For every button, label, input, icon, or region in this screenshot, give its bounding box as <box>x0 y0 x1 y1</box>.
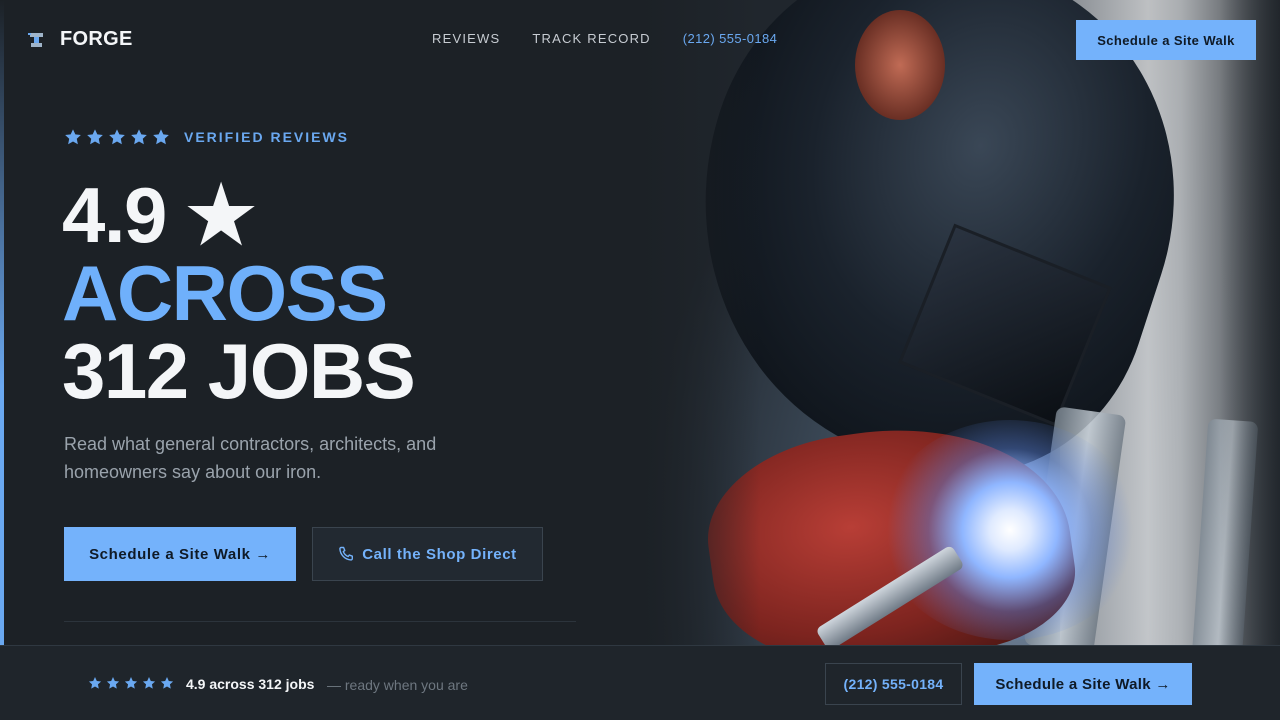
star-icon <box>108 128 126 146</box>
nav-phone-link[interactable]: (212) 555-0184 <box>683 31 778 46</box>
schedule-button-label: Schedule a Site Walk → <box>89 545 271 563</box>
star-icon <box>142 676 156 690</box>
phone-icon <box>338 546 354 562</box>
call-button-label: Call the Shop Direct <box>362 545 517 563</box>
brand-logo[interactable]: FORGE <box>28 28 133 51</box>
bar-rating-stars <box>88 676 174 690</box>
bar-tagline: — ready when you are <box>327 677 468 693</box>
schedule-site-walk-button[interactable]: Schedule a Site Walk → <box>64 527 296 581</box>
hero-headline: 4.9 ★ ACROSS 312 JOBS <box>62 171 416 415</box>
star-icon <box>86 128 104 146</box>
headline-jobs: 312 JOBS <box>62 327 416 415</box>
nav-schedule-button[interactable]: Schedule a Site Walk <box>1076 20 1256 60</box>
nav-link-reviews[interactable]: REVIEWS <box>432 31 500 46</box>
headline-rating: 4.9 ★ <box>62 171 256 259</box>
hero-divider <box>64 621 576 622</box>
star-icon <box>106 676 120 690</box>
sticky-cta-bar: 4.9 across 312 jobs — ready when you are… <box>0 645 1280 720</box>
welder-photo <box>640 0 1280 645</box>
star-icon <box>160 676 174 690</box>
eyebrow: VERIFIED REVIEWS <box>64 128 349 146</box>
bar-rating-text: 4.9 across 312 jobs <box>186 676 315 692</box>
star-icon <box>130 128 148 146</box>
bar-phone-button[interactable]: (212) 555-0184 <box>825 663 962 705</box>
call-shop-button[interactable]: Call the Shop Direct <box>312 527 543 581</box>
anvil-logo-icon <box>28 30 46 50</box>
bar-schedule-button[interactable]: Schedule a Site Walk → <box>974 663 1192 705</box>
headline-across: ACROSS <box>62 249 388 337</box>
star-icon <box>152 128 170 146</box>
nav-links: REVIEWS TRACK RECORD (212) 555-0184 <box>432 31 777 46</box>
hero-lede: Read what general contractors, architect… <box>64 434 437 482</box>
brand-name: FORGE <box>60 28 133 50</box>
star-icon <box>64 128 82 146</box>
rating-stars <box>64 128 170 146</box>
eyebrow-label: VERIFIED REVIEWS <box>184 129 350 145</box>
star-icon <box>124 676 138 690</box>
star-icon <box>88 676 102 690</box>
landing-page: FORGE REVIEWS TRACK RECORD (212) 555-018… <box>0 0 1280 720</box>
top-nav: FORGE REVIEWS TRACK RECORD (212) 555-018… <box>0 0 1280 80</box>
left-accent-stripe <box>0 0 4 645</box>
nav-link-track-record[interactable]: TRACK RECORD <box>532 31 650 46</box>
